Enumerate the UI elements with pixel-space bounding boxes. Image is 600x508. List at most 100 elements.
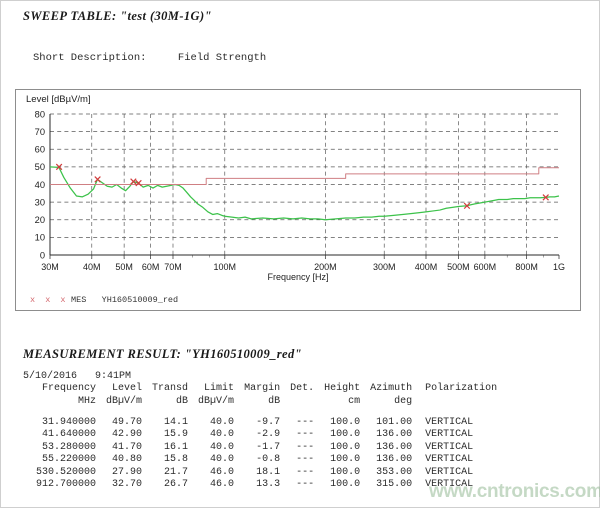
table-row: 55.22000040.8015.840.0-0.8---100.0136.00…: [31, 454, 502, 466]
result-col-header: Polarization: [417, 383, 502, 396]
x-tick-label: 40M: [83, 262, 101, 272]
result-cell: 40.0: [193, 429, 239, 441]
result-cell: ---: [285, 454, 319, 466]
result-cell: 42.90: [101, 429, 147, 441]
result-col-unit: cm: [319, 396, 365, 418]
table-row: 912.70000032.7026.746.013.3---100.0315.0…: [31, 479, 502, 491]
x-tick-label: 600M: [474, 262, 497, 272]
result-cell: 41.70: [101, 442, 147, 454]
result-cell: 46.0: [193, 467, 239, 479]
result-cell: -1.7: [239, 442, 285, 454]
x-tick-label: 500M: [447, 262, 470, 272]
result-table-head: FrequencyLevelTransdLimitMarginDet.Heigh…: [31, 383, 502, 417]
result-cell: VERTICAL: [417, 454, 502, 466]
legend-marker-icon: x x x: [30, 295, 68, 305]
chart-legend: x x x MES YH160510009_red: [30, 295, 178, 305]
result-cell: 41.640000: [31, 429, 101, 441]
measurement-result-title: MEASUREMENT RESULT: "YH160510009_red": [23, 347, 589, 362]
result-col-header: Azimuth: [365, 383, 417, 396]
result-cell: 21.7: [147, 467, 193, 479]
result-cell: 14.1: [147, 417, 193, 429]
y-tick-label: 70: [35, 127, 45, 137]
x-tick-label: 800M: [515, 262, 538, 272]
result-cell: 16.1: [147, 442, 193, 454]
result-cell: VERTICAL: [417, 417, 502, 429]
result-col-header: Margin: [239, 383, 285, 396]
x-tick-label: 300M: [373, 262, 396, 272]
sweep-table-title: SWEEP TABLE: "test (30M-1G)": [23, 9, 583, 24]
result-cell: VERTICAL: [417, 442, 502, 454]
result-col-header: Transd: [147, 383, 193, 396]
sweep-short-description-row: Short Description: Field Strength: [33, 52, 583, 65]
measurement-trace-series: [50, 167, 559, 220]
result-col-unit: MHz: [31, 396, 101, 418]
result-col-header: Level: [101, 383, 147, 396]
y-tick-label: 0: [40, 250, 45, 260]
result-cell: 31.940000: [31, 417, 101, 429]
chart-panel: Level [dBµV/m] 0102030405060708030M40M50…: [15, 89, 581, 311]
result-cell: -2.9: [239, 429, 285, 441]
x-tick-label: 30M: [41, 262, 59, 272]
limit-line-series: [50, 168, 559, 185]
result-cell: 101.00: [365, 417, 417, 429]
result-col-header: Height: [319, 383, 365, 396]
result-col-unit: dBµV/m: [193, 396, 239, 418]
x-tick-label: 50M: [115, 262, 133, 272]
result-col-header: Limit: [193, 383, 239, 396]
x-tick-label: 100M: [214, 262, 237, 272]
result-cell: 55.220000: [31, 454, 101, 466]
y-tick-label: 60: [35, 145, 45, 155]
result-cell: VERTICAL: [417, 467, 502, 479]
measurement-result-table: FrequencyLevelTransdLimitMarginDet.Heigh…: [31, 383, 502, 491]
result-table-body: 31.94000049.7014.140.0-9.7---100.0101.00…: [31, 417, 502, 491]
x-tick-label: 200M: [314, 262, 337, 272]
y-tick-label: 30: [35, 197, 45, 207]
result-cell: 46.0: [193, 479, 239, 491]
result-cell: ---: [285, 429, 319, 441]
x-tick-label: 60M: [142, 262, 160, 272]
result-col-unit: dB: [147, 396, 193, 418]
result-cell: 912.700000: [31, 479, 101, 491]
y-tick-label: 40: [35, 180, 45, 190]
x-tick-label: 1G: [553, 262, 565, 272]
result-col-unit: dBµV/m: [101, 396, 147, 418]
result-cell: 136.00: [365, 454, 417, 466]
result-cell: 32.70: [101, 479, 147, 491]
y-tick-label: 80: [35, 109, 45, 119]
result-col-header: Det.: [285, 383, 319, 396]
result-cell: 100.0: [319, 479, 365, 491]
result-cell: 13.3: [239, 479, 285, 491]
result-cell: ---: [285, 417, 319, 429]
table-row: 41.64000042.9015.940.0-2.9---100.0136.00…: [31, 429, 502, 441]
result-cell: 18.1: [239, 467, 285, 479]
result-cell: 40.80: [101, 454, 147, 466]
result-cell: 15.8: [147, 454, 193, 466]
result-cell: VERTICAL: [417, 479, 502, 491]
report-page: SWEEP TABLE: "test (30M-1G)" Short Descr…: [0, 0, 600, 508]
table-row: 53.28000041.7016.140.0-1.7---100.0136.00…: [31, 442, 502, 454]
result-col-unit: [417, 396, 502, 418]
peak-marker-x-icon: [95, 177, 101, 183]
result-cell: 100.0: [319, 467, 365, 479]
result-header-row: FrequencyLevelTransdLimitMarginDet.Heigh…: [31, 383, 502, 396]
x-tick-label: 400M: [415, 262, 438, 272]
result-cell: 40.0: [193, 417, 239, 429]
result-col-unit: [285, 396, 319, 418]
y-tick-label: 50: [35, 162, 45, 172]
result-cell: -0.8: [239, 454, 285, 466]
measurement-result-section: MEASUREMENT RESULT: "YH160510009_red" 5/…: [23, 347, 589, 491]
legend-label: MES YH160510009_red: [71, 295, 178, 305]
result-cell: 353.00: [365, 467, 417, 479]
result-cell: 40.0: [193, 442, 239, 454]
result-cell: 530.520000: [31, 467, 101, 479]
result-cell: 136.00: [365, 429, 417, 441]
result-col-unit: dB: [239, 396, 285, 418]
table-row: 530.52000027.9021.746.018.1---100.0353.0…: [31, 467, 502, 479]
result-cell: -9.7: [239, 417, 285, 429]
result-col-unit: deg: [365, 396, 417, 418]
result-cell: 315.00: [365, 479, 417, 491]
result-cell: VERTICAL: [417, 429, 502, 441]
result-cell: 136.00: [365, 442, 417, 454]
result-cell: ---: [285, 479, 319, 491]
y-tick-label: 10: [35, 233, 45, 243]
